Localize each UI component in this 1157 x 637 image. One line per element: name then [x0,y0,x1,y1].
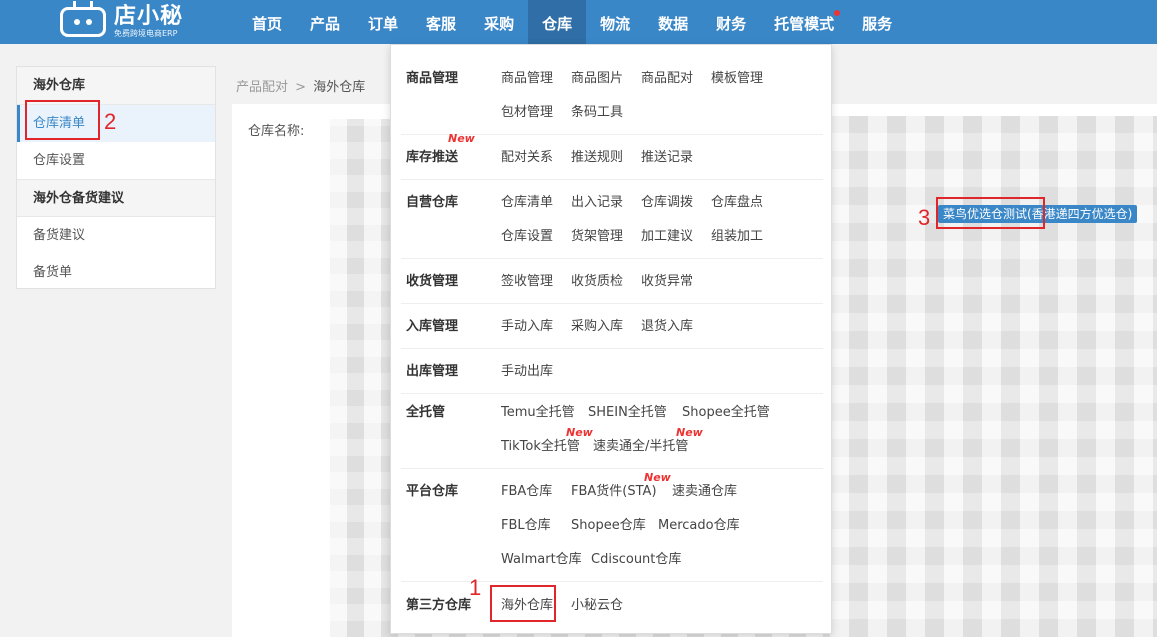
menu-section-own-warehouse: 自营仓库 仓库清单 出入记录 仓库调拨 仓库盘点 仓库设置 货架管理 加工建议 … [401,180,823,259]
menu-section-third-party-warehouse: 第三方仓库 海外仓库 小秘云仓 [401,582,823,632]
sidebar-group-stock-suggestion: 海外仓备货建议 [17,179,215,217]
menu-section-inventory-push: New 库存推送 配对关系 推送规则 推送记录 [401,132,823,180]
menu-section-title: 库存推送 [406,150,459,165]
sidebar-item-stock-order[interactable]: 备货单 [17,254,215,291]
nav-home[interactable]: 首页 [238,0,296,44]
menu-item-barcode-tools[interactable]: 条码工具 [571,101,623,120]
menu-item-processing-suggestion[interactable]: 加工建议 [641,225,693,244]
menu-item-push-records[interactable]: 推送记录 [641,146,693,165]
annotation-number-3: 3 [918,205,931,230]
menu-section-receiving: 收货管理 签收管理 收货质检 收货异常 [401,259,823,304]
menu-item-warehouse-transfer[interactable]: 仓库调拨 [641,191,693,210]
menu-section-title: 自营仓库 [406,195,459,210]
nav-warehouse[interactable]: 仓库 [528,0,587,44]
menu-item-pairing-relations[interactable]: 配对关系 [501,146,553,165]
annotation-number-1: 1 [469,575,482,600]
logo[interactable]: 店小秘 免费跨境电商ERP [60,1,184,40]
logo-subtitle: 免费跨境电商ERP [114,28,178,38]
breadcrumb-current: 海外仓库 [313,80,366,95]
menu-item-cdiscount-warehouse[interactable]: Cdiscount仓库 [591,548,681,567]
menu-item-warehouse-settings[interactable]: 仓库设置 [501,225,553,244]
menu-item-return-inbound[interactable]: 退货入库 [641,315,693,334]
menu-item-receiving-qc[interactable]: 收货质检 [571,270,623,289]
menu-item-receipt-management[interactable]: 签收管理 [501,270,553,289]
new-badge: New [644,471,671,484]
nav-hosting-mode[interactable]: 托管模式 [760,0,848,44]
menu-section-title: 商品管理 [406,71,459,86]
menu-item-product-management[interactable]: 商品管理 [501,67,553,86]
logo-name: 店小秘 [114,3,184,29]
nav-logistics[interactable]: 物流 [586,0,644,44]
breadcrumb-parent[interactable]: 产品配对 [236,80,288,95]
menu-item-push-rules[interactable]: 推送规则 [571,146,623,165]
nav-finance[interactable]: 财务 [702,0,760,44]
new-badge: New [448,132,475,145]
menu-section-title: 入库管理 [406,319,459,334]
new-badge: New [676,426,703,439]
robot-logo-icon [60,1,106,37]
menu-section-inbound: 入库管理 手动入库 采购入库 退货入库 [401,304,823,349]
menu-section-title: 出库管理 [406,364,459,379]
warehouse-name-label: 仓库名称: [248,124,305,139]
nav-orders[interactable]: 订单 [354,0,412,44]
nav-purchase[interactable]: 采购 [470,0,528,44]
menu-item-shopee-full-hosting[interactable]: Shopee全托管 [682,401,770,420]
menu-section-title: 平台仓库 [406,484,459,499]
menu-item-in-out-records[interactable]: 出入记录 [571,191,623,210]
menu-section-full-hosting: 全托管 Temu全托管 SHEIN全托管 Shopee全托管 TikTok全托管… [401,394,823,469]
annotation-box-1 [490,585,556,622]
nav-hosting-mode-label: 托管模式 [774,15,835,33]
main-nav: 首页 产品 订单 客服 采购 仓库 物流 数据 财务 托管模式 服务 [238,0,906,44]
top-navbar: 店小秘 免费跨境电商ERP 首页 产品 订单 客服 采购 仓库 物流 数据 财务… [0,0,1157,44]
new-badge: New [566,426,593,439]
menu-item-assembly-processing[interactable]: 组装加工 [711,225,763,244]
breadcrumb: 产品配对 > 海外仓库 [236,76,365,95]
menu-section-title: 收货管理 [406,274,459,289]
menu-item-receiving-exceptions[interactable]: 收货异常 [641,270,693,289]
menu-section-outbound: 出库管理 手动出库 [401,349,823,394]
menu-item-warehouse-stocktake[interactable]: 仓库盘点 [711,191,763,210]
menu-item-fba-warehouse[interactable]: FBA仓库 [501,480,552,499]
menu-item-walmart-warehouse[interactable]: Walmart仓库 [501,548,582,567]
menu-section-product-management: 商品管理 商品管理 商品图片 商品配对 模板管理 包材管理 条码工具 [401,45,823,135]
nav-products[interactable]: 产品 [296,0,354,44]
annotation-number-2: 2 [104,109,117,134]
menu-item-shopee-warehouse[interactable]: Shopee仓库 [571,514,646,533]
annotation-box-2 [25,100,100,140]
nav-services[interactable]: 服务 [848,0,906,44]
sidebar-item-stock-suggestion[interactable]: 备货建议 [17,217,215,254]
menu-item-fbl-warehouse[interactable]: FBL仓库 [501,514,551,533]
menu-item-mercado-warehouse[interactable]: Mercado仓库 [658,514,740,533]
menu-item-shelf-management[interactable]: 货架管理 [571,225,623,244]
annotation-box-3 [936,197,1045,229]
menu-item-aliexpress-warehouse[interactable]: 速卖通仓库 [672,480,737,499]
menu-section-platform-warehouse: 平台仓库 FBA仓库 FBA货件(STA) New 速卖通仓库 FBL仓库 Sh… [401,469,823,582]
menu-item-product-pairing[interactable]: 商品配对 [641,67,693,86]
menu-item-warehouse-list[interactable]: 仓库清单 [501,191,553,210]
sidebar-item-warehouse-settings[interactable]: 仓库设置 [17,142,215,179]
menu-item-purchase-inbound[interactable]: 采购入库 [571,315,623,334]
warehouse-dropdown-menu: 商品管理 商品管理 商品图片 商品配对 模板管理 包材管理 条码工具 New 库… [390,44,832,634]
menu-item-manual-inbound[interactable]: 手动入库 [501,315,553,334]
menu-item-product-images[interactable]: 商品图片 [571,67,623,86]
nav-data[interactable]: 数据 [644,0,702,44]
blurred-content-right [830,116,1157,637]
menu-section-title: 全托管 [406,405,446,420]
nav-customer-service[interactable]: 客服 [412,0,470,44]
notification-dot [834,10,841,16]
menu-item-temu-full-hosting[interactable]: Temu全托管 [501,401,575,420]
menu-item-aliexpress-hosting[interactable]: 速卖通全/半托管 [593,435,688,454]
menu-item-manual-outbound[interactable]: 手动出库 [501,360,553,379]
menu-item-packaging-management[interactable]: 包材管理 [501,101,553,120]
menu-item-xiaomi-cloud-warehouse[interactable]: 小秘云仓 [571,594,623,613]
menu-item-template-management[interactable]: 模板管理 [711,67,763,86]
breadcrumb-separator: > [295,80,307,95]
menu-item-shein-full-hosting[interactable]: SHEIN全托管 [588,401,667,420]
menu-section-title: 第三方仓库 [406,598,472,613]
